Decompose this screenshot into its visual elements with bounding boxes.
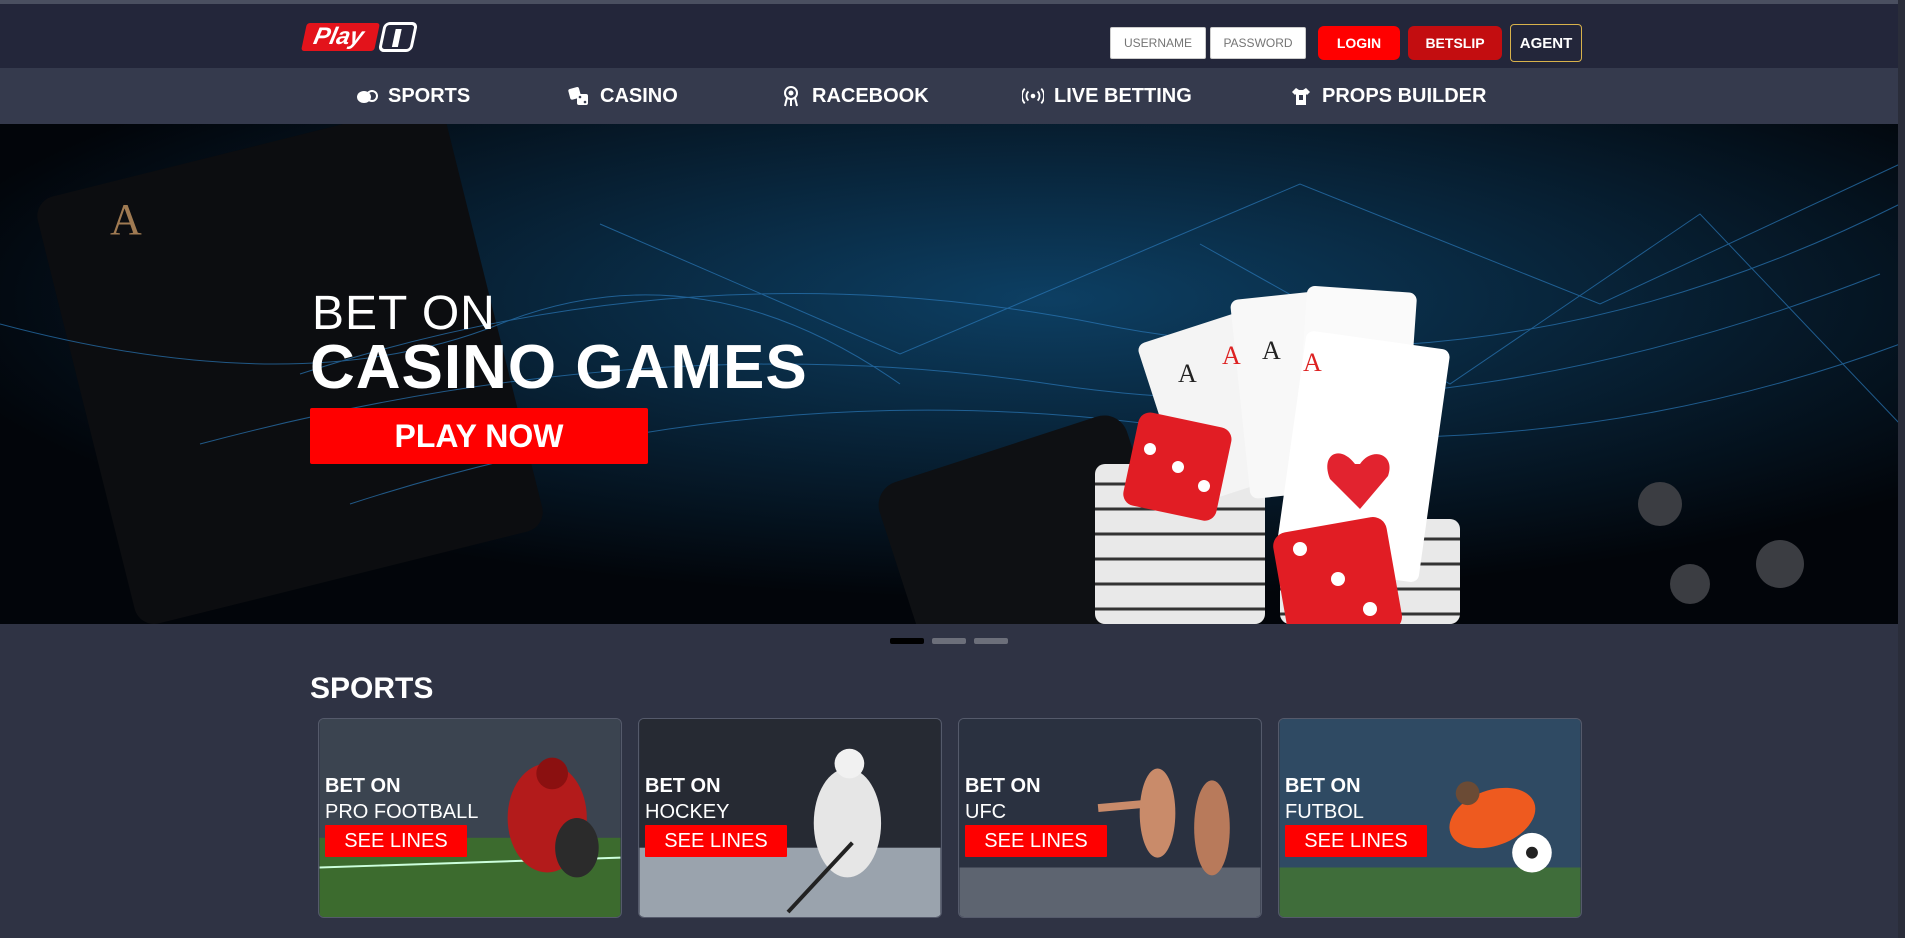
card-line2: PRO FOOTBALL (325, 801, 479, 823)
nav-label-racebook: RACEBOOK (812, 84, 929, 107)
page-scrollbar[interactable] (1898, 0, 1905, 938)
sport-card-ufc[interactable]: BET ON UFC SEE LINES (958, 718, 1262, 918)
login-button[interactable]: LOGIN (1318, 26, 1400, 60)
logo-text: Play (301, 23, 381, 51)
hero-banner: A A A A A BET ON CASINO GAMES PLAY NOW (0, 124, 1905, 624)
card-line2: FUTBOL (1285, 801, 1364, 823)
horse-icon (780, 85, 802, 107)
password-input[interactable] (1210, 27, 1306, 59)
sport-card-futbol[interactable]: BET ON FUTBOL SEE LINES (1278, 718, 1582, 918)
sports-cards: BET ON PRO FOOTBALL SEE LINES BET ON HOC… (318, 718, 1582, 918)
card-line1: BET ON (645, 775, 721, 797)
username-input[interactable] (1110, 27, 1206, 59)
see-lines-button[interactable]: SEE LINES (1285, 825, 1427, 857)
see-lines-button[interactable]: SEE LINES (965, 825, 1107, 857)
carousel-dot-1[interactable] (890, 638, 924, 644)
card-line1: BET ON (965, 775, 1041, 797)
svg-text:A: A (1303, 348, 1322, 377)
card-line1: BET ON (325, 775, 401, 797)
sport-card-hockey[interactable]: BET ON HOCKEY SEE LINES (638, 718, 942, 918)
sports-icon (356, 85, 378, 107)
nav-item-racebook[interactable]: RACEBOOK (780, 68, 929, 124)
nav-item-live-betting[interactable]: LIVE BETTING (1022, 68, 1192, 124)
hero-line2: CASINO GAMES (310, 333, 808, 402)
nav-item-casino[interactable]: CASINO (568, 68, 678, 124)
sport-card-football[interactable]: BET ON PRO FOOTBALL SEE LINES (318, 718, 622, 918)
main-nav: SPORTS CASINO RACEBOOK LIVE BETTING PROP… (0, 68, 1905, 124)
nav-label-casino: CASINO (600, 84, 678, 107)
card-line2: HOCKEY (645, 801, 730, 823)
hero-background: A A A A A (0, 124, 1905, 624)
nav-label-sports: SPORTS (388, 84, 471, 107)
nav-item-sports[interactable]: SPORTS (356, 68, 470, 124)
play-now-button[interactable]: PLAY NOW (310, 408, 648, 464)
svg-text:A: A (1178, 359, 1197, 388)
broadcast-icon (1022, 85, 1044, 107)
card-line2: UFC (965, 801, 1007, 823)
see-lines-button[interactable]: SEE LINES (325, 825, 467, 857)
header: Play LOGIN BETSLIP AGENT (0, 4, 1905, 68)
betslip-button[interactable]: BETSLIP (1408, 26, 1502, 60)
carousel-dots (890, 638, 1008, 644)
see-lines-button[interactable]: SEE LINES (645, 825, 787, 857)
nav-label-live-betting: LIVE BETTING (1054, 84, 1192, 107)
logo-mark-icon (378, 22, 419, 52)
logo[interactable]: Play (301, 20, 419, 54)
agent-button[interactable]: AGENT (1510, 24, 1582, 62)
carousel-dot-2[interactable] (932, 638, 966, 644)
card-line1: BET ON (1285, 775, 1361, 797)
sports-section-title: SPORTS (310, 672, 434, 705)
dice-icon (568, 85, 590, 107)
nav-item-props-builder[interactable]: PROPS BUILDER (1290, 68, 1486, 124)
svg-text:A: A (1222, 341, 1241, 370)
jersey-icon (1290, 85, 1312, 107)
svg-text:A: A (1262, 336, 1281, 365)
svg-text:A: A (110, 195, 142, 244)
nav-label-props-builder: PROPS BUILDER (1322, 84, 1487, 107)
auth-bar: LOGIN BETSLIP AGENT (1110, 24, 1582, 62)
carousel-dot-3[interactable] (974, 638, 1008, 644)
